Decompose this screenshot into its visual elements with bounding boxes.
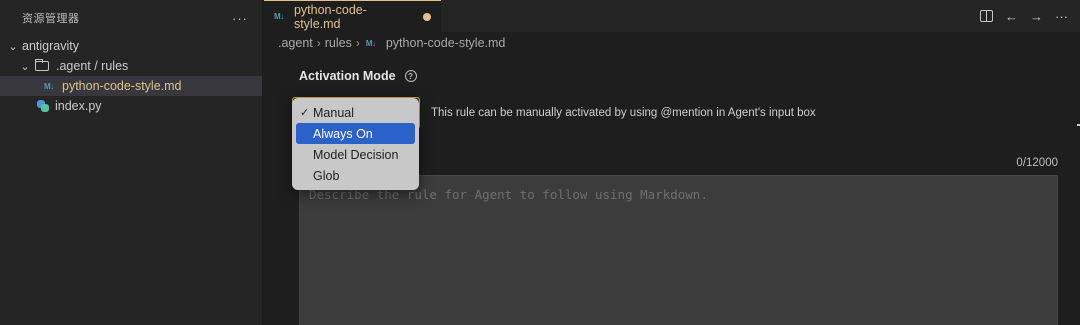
split-editor-icon[interactable] [980, 10, 993, 22]
markdown-icon: M↓ [274, 12, 284, 21]
chevron-down-icon: ⌄ [20, 60, 30, 73]
more-actions-icon[interactable]: ··· [1055, 9, 1068, 24]
folder-icon [34, 58, 49, 71]
python-icon [37, 100, 49, 112]
app-window: 资源管理器 ··· ⌄ antigravity ⌄ .agent / rules… [0, 0, 1080, 325]
explorer-title: 资源管理器 [22, 13, 80, 25]
editor-actions: ← → ··· [980, 0, 1068, 32]
option-label: Glob [313, 168, 340, 183]
rule-content-textarea[interactable] [299, 175, 1058, 325]
breadcrumb-rules[interactable]: rules [325, 36, 352, 50]
option-model-decision[interactable]: Model Decision [296, 144, 415, 165]
tree-item-label: index.py [55, 99, 102, 113]
checkmark-icon: ✓ [300, 107, 310, 119]
breadcrumb-file[interactable]: python-code-style.md [386, 36, 506, 50]
markdown-icon: M↓ [365, 38, 376, 48]
option-label: Model Decision [313, 147, 399, 162]
tree-item-index-py[interactable]: index.py [0, 96, 262, 116]
breadcrumb-agent[interactable]: .agent [278, 36, 313, 50]
tree-item-label: .agent / rules [56, 59, 129, 73]
forward-arrow-icon[interactable]: → [1030, 9, 1043, 24]
tab-label: python-code-style.md [293, 2, 367, 31]
explorer-header: 资源管理器 ··· [0, 0, 262, 36]
option-glob[interactable]: Glob [296, 165, 415, 186]
help-circle-icon[interactable]: ? [404, 70, 417, 82]
activation-mode-description: This rule can be manually activated by u… [431, 107, 816, 119]
chevron-down-icon: ⌄ [8, 40, 18, 53]
tree-item-python-code-style[interactable]: M↓ python-code-style.md [0, 76, 262, 96]
activation-mode-heading: Activation Mode ? [299, 69, 417, 83]
chevron-right-icon: › [355, 36, 360, 50]
markdown-icon: M↓ [44, 81, 54, 91]
option-manual[interactable]: ✓ Manual [296, 102, 415, 123]
option-label: Always On [313, 126, 373, 141]
character-count: 0/12000 [1016, 157, 1058, 169]
file-tree: ⌄ antigravity ⌄ .agent / rules M↓ python… [0, 36, 262, 116]
tab-python-code-style[interactable]: M↓ python-code-style.md [264, 0, 441, 32]
tree-item-antigravity[interactable]: ⌄ antigravity [0, 36, 262, 56]
more-actions-icon[interactable]: ··· [232, 11, 248, 26]
explorer-sidebar: 资源管理器 ··· ⌄ antigravity ⌄ .agent / rules… [0, 0, 263, 325]
chevron-right-icon: › [316, 36, 321, 50]
option-label: Manual [313, 105, 354, 120]
breadcrumb: .agent › rules › M↓ python-code-style.md [264, 32, 1080, 54]
back-arrow-icon[interactable]: ← [1005, 9, 1018, 24]
tree-item-agent-rules[interactable]: ⌄ .agent / rules [0, 56, 262, 76]
activation-mode-label: Activation Mode [299, 69, 396, 83]
tree-item-label: antigravity [22, 39, 79, 53]
activation-mode-dropdown: ✓ Manual Always On Model Decision Glob [292, 98, 419, 190]
tree-item-label: python-code-style.md [62, 79, 182, 93]
tab-bar: M↓ python-code-style.md ← → ··· [264, 0, 1080, 32]
option-always-on[interactable]: Always On [296, 123, 415, 144]
unsaved-dot-icon[interactable] [423, 12, 431, 21]
